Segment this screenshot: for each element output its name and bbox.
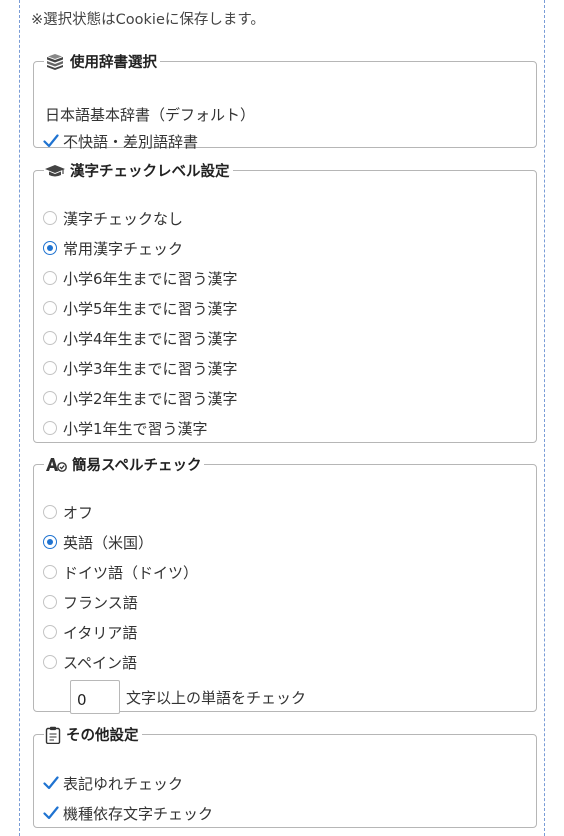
radio-button[interactable] <box>43 505 57 519</box>
radio-kanji-grade-5[interactable]: 小学5年生までに習う漢字 <box>43 296 238 320</box>
radio-button[interactable] <box>43 595 57 609</box>
radio-button[interactable] <box>43 421 57 435</box>
clipboard-icon <box>45 726 61 744</box>
radio-button[interactable] <box>43 361 57 375</box>
spellcheck-legend: 簡易スペルチェック <box>44 454 204 475</box>
radio-label: 小学5年生までに習う漢字 <box>63 299 238 318</box>
spellcheck-fieldset: 簡易スペルチェック オフ 英語（米国） ドイツ語（ドイツ） フランス語 イタリア… <box>33 454 537 714</box>
radio-spell-french[interactable]: フランス語 <box>43 590 138 614</box>
checkbox-offensive-words[interactable]: 不快語・差別語辞書 <box>43 129 198 153</box>
checkmark-icon[interactable] <box>43 805 59 821</box>
kanji-level-fieldset: 漢字チェックレベル設定 漢字チェックなし 常用漢字チェック 小学6年生までに習う… <box>33 160 537 443</box>
radio-button[interactable] <box>43 625 57 639</box>
checkbox-label: 機種依存文字チェック <box>63 804 214 823</box>
min-length-input[interactable] <box>70 680 120 714</box>
other-settings-fieldset: その他設定 表記ゆれチェック 機種依存文字チェック <box>33 724 537 828</box>
radio-label: 小学3年生までに習う漢字 <box>63 359 238 378</box>
books-icon <box>45 53 65 70</box>
radio-label: フランス語 <box>63 593 138 612</box>
radio-spell-off[interactable]: オフ <box>43 500 93 524</box>
default-dictionary-label: 日本語基本辞書（デフォルト） <box>45 102 255 126</box>
radio-label: イタリア語 <box>63 623 138 642</box>
radio-kanji-grade-2[interactable]: 小学2年生までに習う漢字 <box>43 386 238 410</box>
radio-spell-spanish[interactable]: スペイン語 <box>43 650 137 674</box>
radio-spell-german[interactable]: ドイツ語（ドイツ） <box>43 560 198 584</box>
checkbox-platform-dependent-chars[interactable]: 機種依存文字チェック <box>43 801 213 825</box>
checkbox-label: 表記ゆれチェック <box>63 774 184 793</box>
kanji-level-legend: 漢字チェックレベル設定 <box>44 160 233 181</box>
radio-label: 小学2年生までに習う漢字 <box>63 389 238 408</box>
cookie-notice: ※選択状態はCookieに保存します。 <box>31 12 265 28</box>
radio-kanji-joyo[interactable]: 常用漢字チェック <box>43 236 183 260</box>
radio-spell-english-us[interactable]: 英語（米国） <box>43 530 153 554</box>
graduation-cap-icon <box>45 163 65 179</box>
radio-button[interactable] <box>43 301 57 315</box>
checkmark-icon[interactable] <box>43 133 59 149</box>
radio-label: 常用漢字チェック <box>63 239 184 258</box>
radio-kanji-grade-4[interactable]: 小学4年生までに習う漢字 <box>43 326 238 350</box>
radio-button[interactable] <box>43 565 57 579</box>
dictionary-legend: 使用辞書選択 <box>44 51 160 72</box>
radio-label: 小学1年生で習う漢字 <box>63 419 208 438</box>
radio-label: ドイツ語（ドイツ） <box>63 563 199 582</box>
radio-button[interactable] <box>43 241 57 255</box>
spellcheck-icon <box>45 457 67 473</box>
spellcheck-legend-text: 簡易スペルチェック <box>72 458 202 474</box>
radio-label: 英語（米国） <box>63 533 154 552</box>
min-length-row: 文字以上の単語をチェック <box>43 680 523 714</box>
default-dictionary-text: 日本語基本辞書（デフォルト） <box>45 105 256 124</box>
radio-button[interactable] <box>43 211 57 225</box>
radio-button[interactable] <box>43 535 57 549</box>
checkbox-label: 不快語・差別語辞書 <box>63 132 199 151</box>
radio-button[interactable] <box>43 391 57 405</box>
radio-button[interactable] <box>43 331 57 345</box>
radio-label: 小学4年生までに習う漢字 <box>63 329 238 348</box>
radio-label: オフ <box>63 503 94 522</box>
radio-kanji-none[interactable]: 漢字チェックなし <box>43 206 183 230</box>
radio-kanji-grade-3[interactable]: 小学3年生までに習う漢字 <box>43 356 238 380</box>
other-settings-legend: その他設定 <box>44 724 142 745</box>
radio-spell-italian[interactable]: イタリア語 <box>43 620 137 644</box>
radio-kanji-grade-1[interactable]: 小学1年生で習う漢字 <box>43 416 208 440</box>
min-length-label: 文字以上の単語をチェック <box>126 689 307 707</box>
radio-kanji-grade-6[interactable]: 小学6年生までに習う漢字 <box>43 266 238 290</box>
dictionary-legend-text: 使用辞書選択 <box>70 55 157 71</box>
radio-label: スペイン語 <box>63 653 137 672</box>
checkbox-notation-variance[interactable]: 表記ゆれチェック <box>43 771 183 795</box>
radio-button[interactable] <box>43 271 57 285</box>
other-settings-legend-text: その他設定 <box>66 728 139 744</box>
radio-label: 漢字チェックなし <box>63 209 184 228</box>
radio-label: 小学6年生までに習う漢字 <box>63 269 238 288</box>
settings-panel: ※選択状態はCookieに保存します。 使用辞書選択 日本語基本辞書（デフォルト… <box>19 0 545 836</box>
kanji-level-legend-text: 漢字チェックレベル設定 <box>70 164 230 180</box>
radio-button[interactable] <box>43 655 57 669</box>
dictionary-fieldset: 使用辞書選択 日本語基本辞書（デフォルト） 不快語・差別語辞書 <box>33 51 537 151</box>
checkmark-icon[interactable] <box>43 775 59 791</box>
